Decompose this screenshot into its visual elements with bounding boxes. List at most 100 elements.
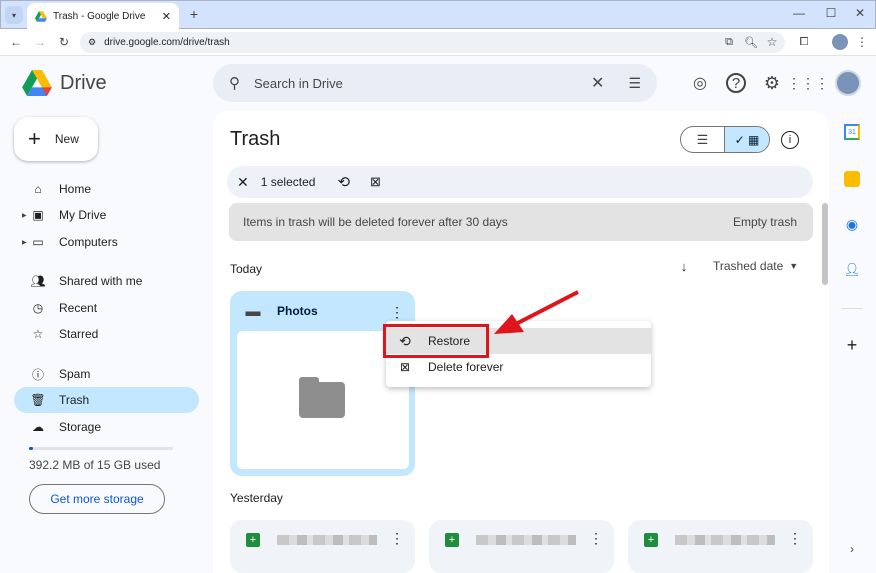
search-bar[interactable]: ⚲ Search in Drive ✕ ☰: [213, 64, 657, 102]
grid-view-button[interactable]: ✓ ▦: [725, 127, 769, 152]
reload-icon[interactable]: ↻: [56, 34, 72, 50]
section-label-today: Today: [230, 262, 263, 276]
file-name-blurred: [476, 535, 576, 545]
sidebar-item-label: Computers: [59, 235, 118, 249]
dropdown-arrow-icon: ▼: [789, 261, 799, 271]
my-drive-icon: ▣: [32, 208, 44, 222]
sidebar-item-label: Trash: [59, 393, 90, 407]
more-actions-icon[interactable]: ⋮: [390, 530, 404, 547]
keep-icon[interactable]: [844, 171, 860, 187]
folder-icon: ▬: [245, 302, 261, 320]
details-info-icon[interactable]: i: [781, 131, 799, 149]
new-button[interactable]: + New: [14, 117, 98, 161]
clear-selection-icon[interactable]: ✕: [237, 174, 249, 191]
settings-gear-icon[interactable]: ⚙: [762, 73, 782, 93]
sidebar-item-my-drive[interactable]: ▶ ▣ My Drive: [14, 202, 199, 228]
sidebar-item-storage[interactable]: ☁ Storage: [14, 414, 199, 440]
tab-title: Trash - Google Drive: [53, 10, 146, 22]
star-icon: ☆: [32, 327, 44, 341]
site-info-icon[interactable]: ⚙: [88, 37, 96, 48]
file-card[interactable]: + ⋮: [429, 520, 614, 573]
sidebar-item-label: My Drive: [59, 208, 107, 222]
search-options-icon[interactable]: ☰: [628, 75, 641, 92]
sidebar-item-spam[interactable]: ⓘ Spam: [14, 361, 199, 387]
install-app-icon[interactable]: ⧉: [721, 34, 737, 50]
sidebar-item-home[interactable]: ⌂ Home: [14, 176, 199, 202]
apps-grid-icon[interactable]: ⋮⋮⋮: [787, 73, 829, 93]
help-icon[interactable]: ?: [726, 73, 746, 93]
tasks-icon[interactable]: ◉: [844, 216, 860, 232]
account-avatar[interactable]: [835, 70, 861, 96]
trash-info-text: Items in trash will be deleted forever a…: [243, 215, 508, 229]
browser-profile-avatar[interactable]: [832, 34, 848, 50]
drive-logo-icon: [22, 70, 52, 96]
file-card[interactable]: + ⋮: [230, 520, 415, 573]
minimize-icon[interactable]: —: [789, 5, 809, 21]
tab-close-icon[interactable]: ✕: [162, 10, 171, 23]
zoom-icon[interactable]: 🔍︎: [743, 34, 759, 50]
page-title: Trash: [230, 128, 281, 150]
drive-favicon-icon: [35, 10, 47, 22]
sidebar-item-recent[interactable]: ◷ Recent: [14, 295, 199, 321]
empty-trash-button[interactable]: Empty trash: [733, 215, 797, 229]
spreadsheet-icon: +: [644, 533, 658, 547]
forward-icon[interactable]: →: [32, 34, 48, 50]
spam-icon: ⓘ: [31, 367, 44, 382]
file-name-blurred: [675, 535, 775, 545]
drive-logo[interactable]: Drive: [22, 70, 107, 96]
contacts-icon[interactable]: 👤︎: [844, 262, 861, 278]
section-label-yesterday: Yesterday: [230, 491, 283, 505]
sidebar-item-shared-with-me[interactable]: 👥︎ Shared with me: [14, 268, 199, 294]
sidebar-item-trash[interactable]: 🗑︎ Trash: [14, 387, 199, 413]
get-more-storage-button[interactable]: Get more storage: [29, 484, 165, 514]
storage-bar: [29, 447, 173, 450]
sort-by-dropdown[interactable]: Trashed date ▼: [713, 259, 798, 273]
home-icon: ⌂: [34, 182, 42, 196]
folder-preview-tab: [299, 377, 319, 385]
new-tab-button[interactable]: +: [186, 6, 202, 22]
offline-ready-icon[interactable]: ◎: [690, 73, 710, 93]
search-input[interactable]: Search in Drive: [254, 76, 591, 91]
side-panel-expand-chevron-icon[interactable]: ›: [845, 542, 859, 556]
folder-name: Photos: [277, 304, 318, 318]
extensions-icon[interactable]: ⧠: [796, 34, 812, 50]
more-actions-icon[interactable]: ⋮: [390, 303, 404, 321]
tab-search-button[interactable]: ▾: [5, 6, 23, 24]
plus-icon: +: [28, 126, 41, 151]
browser-tab[interactable]: Trash - Google Drive ✕: [27, 3, 179, 29]
folder-preview-icon: [299, 382, 345, 418]
calendar-icon[interactable]: 31: [844, 124, 860, 140]
selection-count: 1 selected: [260, 175, 316, 189]
sidebar-item-computers[interactable]: ▶ ▭ Computers: [14, 229, 199, 255]
more-actions-icon[interactable]: ⋮: [589, 530, 603, 547]
close-window-icon[interactable]: ✕: [850, 5, 870, 21]
restore-toolbar-icon[interactable]: ⟲: [337, 173, 350, 191]
delete-forever-toolbar-icon[interactable]: ⊠: [370, 174, 381, 190]
sidebar-item-label: Starred: [59, 327, 99, 341]
scrollbar-thumb[interactable]: [822, 203, 828, 285]
file-card[interactable]: + ⋮: [628, 520, 813, 573]
clear-search-icon[interactable]: ✕: [591, 73, 604, 93]
search-icon[interactable]: ⚲: [229, 74, 240, 92]
browser-menu-icon[interactable]: ⋮: [855, 34, 869, 50]
maximize-icon[interactable]: ☐: [821, 5, 841, 21]
more-actions-icon[interactable]: ⋮: [788, 530, 802, 547]
expand-caret-icon[interactable]: ▶: [22, 239, 27, 246]
trash-info-banner: Items in trash will be deleted forever a…: [229, 203, 813, 241]
new-button-label: New: [54, 132, 79, 146]
cloud-icon: ☁: [32, 420, 44, 434]
address-bar[interactable]: ⚙ drive.google.com/drive/trash: [80, 32, 785, 53]
sort-direction-icon[interactable]: ↓: [676, 258, 692, 274]
bookmark-star-icon[interactable]: ☆: [764, 34, 780, 50]
list-view-button[interactable]: ☰: [681, 127, 726, 152]
storage-bar-fill: [29, 447, 33, 450]
sidebar-item-label: Shared with me: [59, 274, 143, 288]
sidebar-item-starred[interactable]: ☆ Starred: [14, 321, 199, 347]
spreadsheet-icon: +: [445, 533, 459, 547]
app-name: Drive: [60, 71, 107, 94]
back-icon[interactable]: ←: [8, 34, 24, 50]
expand-caret-icon[interactable]: ▶: [22, 212, 27, 219]
get-addons-plus-icon[interactable]: +: [843, 335, 861, 355]
selection-bar: ✕ 1 selected ⟲ ⊠: [227, 166, 813, 198]
shared-icon: 👥︎: [30, 274, 46, 288]
